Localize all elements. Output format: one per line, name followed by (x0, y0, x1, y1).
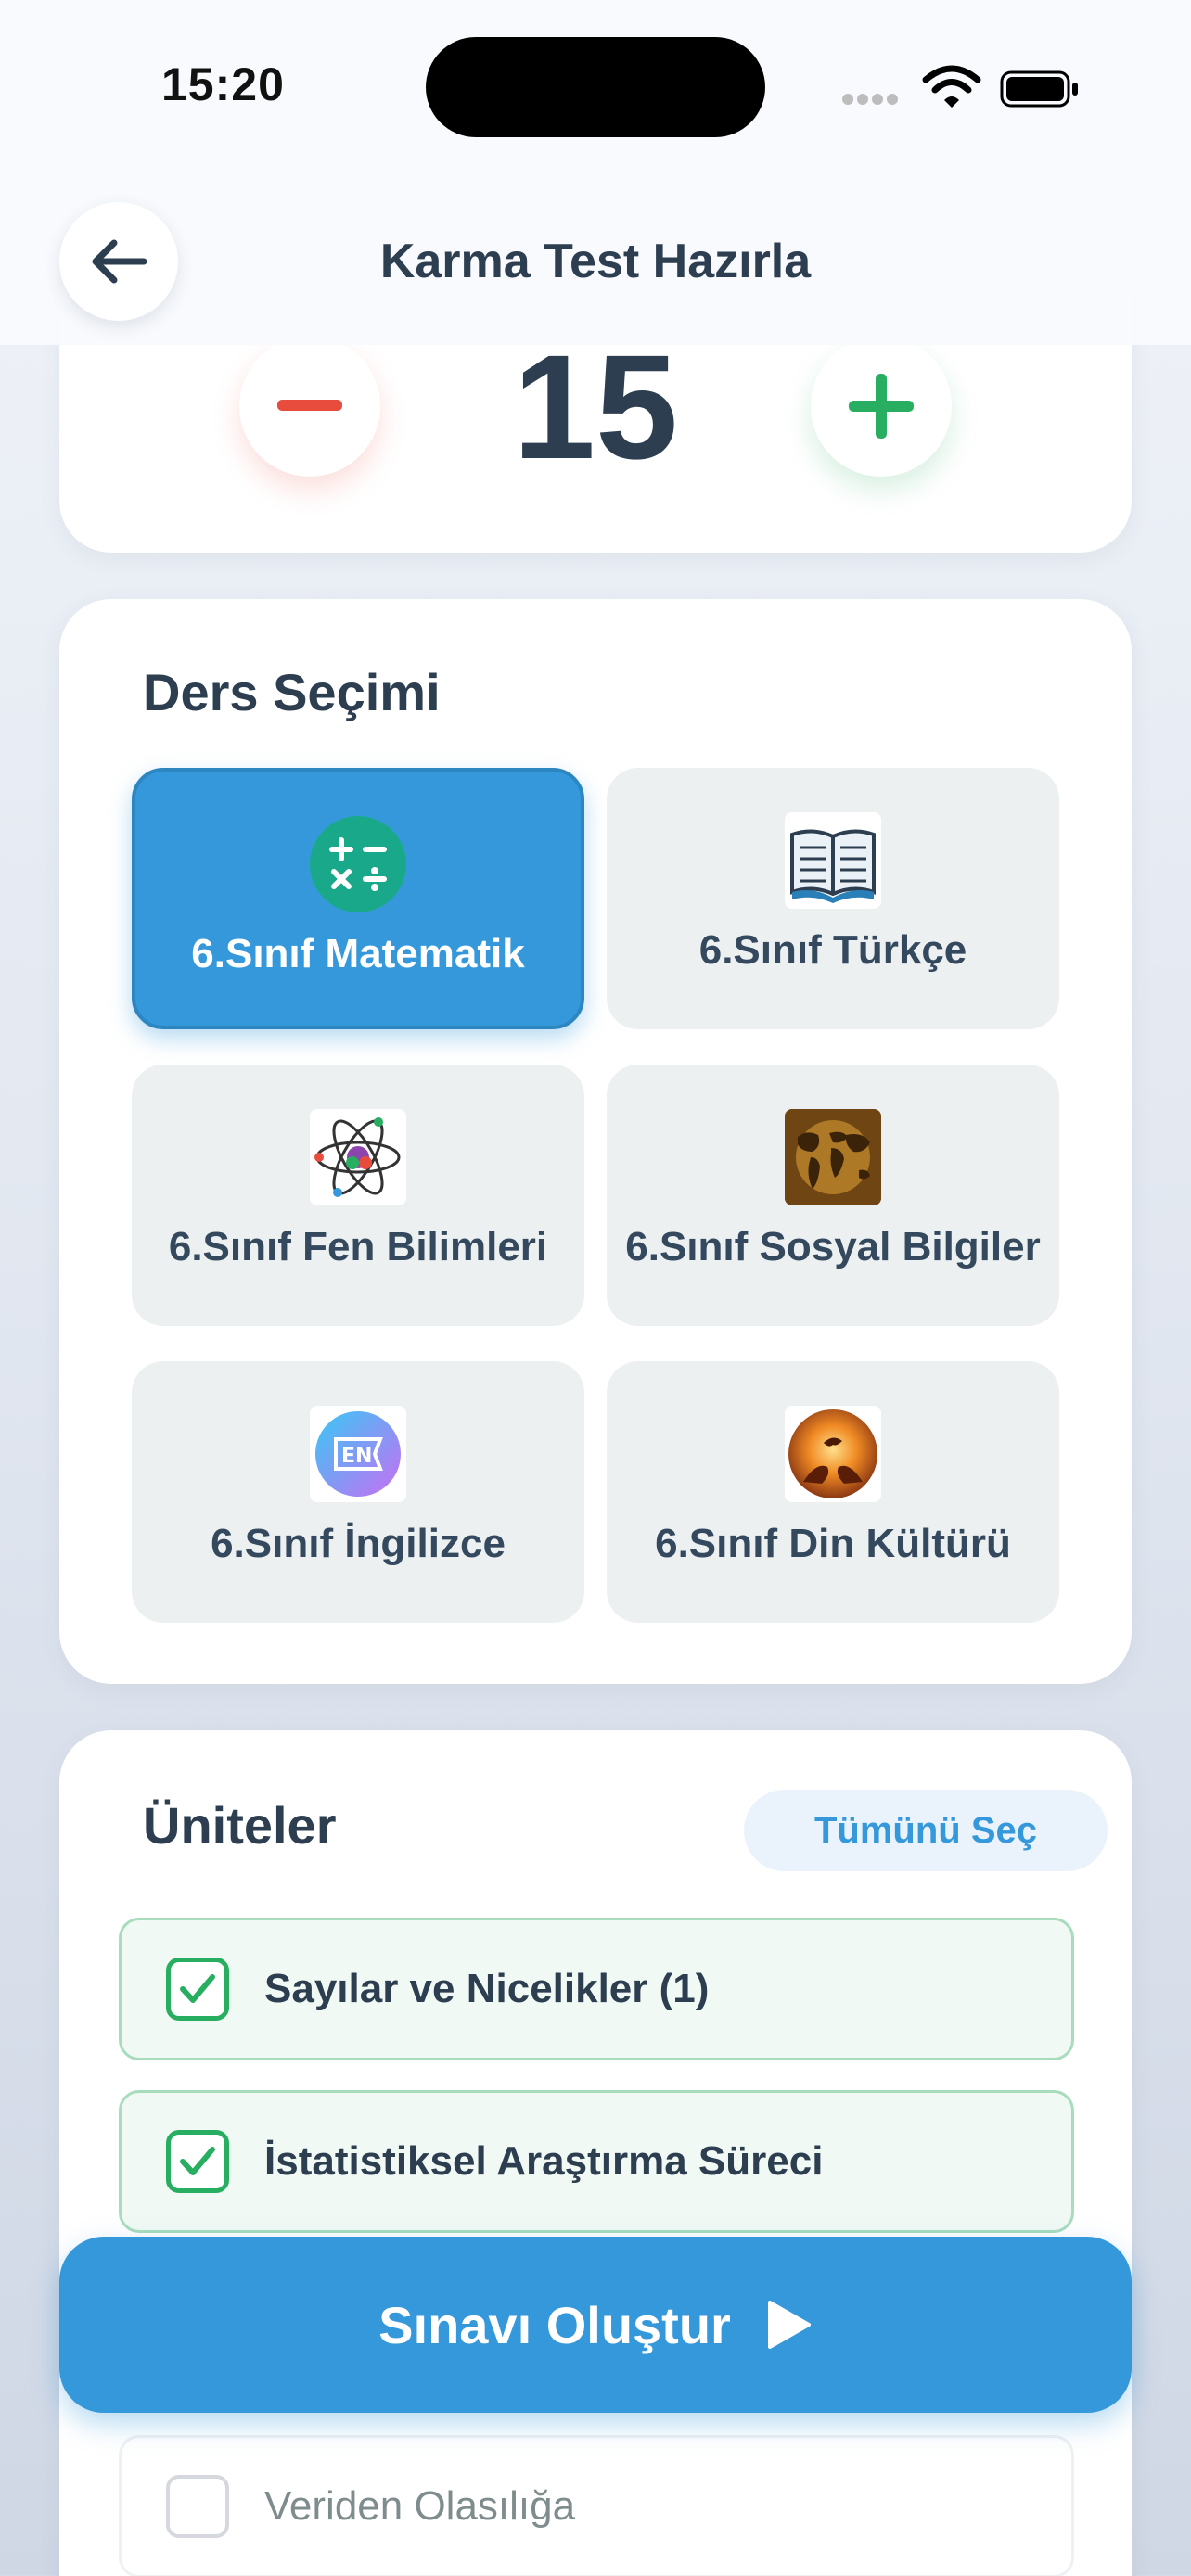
subject-tile-turkish[interactable]: 6.Sınıf Türkçe (607, 768, 1059, 1029)
en-language-icon: EN (310, 1406, 406, 1502)
status-icons (842, 63, 1083, 111)
subject-tile-english[interactable]: EN 6.Sınıf İngilizce (132, 1361, 584, 1623)
minus-icon (277, 400, 342, 411)
play-icon (767, 2301, 811, 2349)
subject-tile-religion[interactable]: 6.Sınıf Din Kültürü (607, 1361, 1059, 1623)
subject-label: 6.Sınıf Sosyal Bilgiler (625, 1224, 1041, 1269)
create-exam-label: Sınavı Oluştur (378, 2295, 731, 2354)
create-exam-button[interactable]: Sınavı Oluştur (59, 2237, 1132, 2413)
svg-text:EN: EN (341, 1445, 372, 1468)
hands-dove-icon (785, 1406, 881, 1502)
dynamic-island (426, 37, 765, 137)
wifi-icon (922, 65, 981, 108)
unit-item[interactable]: İstatistiksel Araştırma Süreci (119, 2090, 1074, 2233)
check-icon (180, 1974, 215, 2003)
increase-button[interactable] (811, 336, 952, 477)
subject-label: 6.Sınıf Din Kültürü (655, 1521, 1011, 1566)
subject-label: 6.Sınıf Fen Bilimleri (168, 1224, 548, 1269)
unit-item[interactable]: Veriden Olasılığa (119, 2435, 1074, 2576)
world-map-icon (785, 1109, 881, 1205)
question-count-value: 15 (513, 324, 678, 490)
math-operations-icon (310, 816, 406, 912)
subjects-card: Ders Seçimi 6.Sınıf Matematik 6.Sınıf Tü… (59, 599, 1132, 1684)
page-title: Karma Test Hazırla (379, 235, 812, 288)
battery-icon (1000, 70, 1078, 108)
unit-item[interactable]: Sayılar ve Nicelikler (1) (119, 1918, 1074, 2060)
decrease-button[interactable] (239, 336, 380, 477)
unit-label: Veriden Olasılığa (264, 2483, 576, 2529)
unit-label: Sayılar ve Nicelikler (1) (264, 1966, 710, 2011)
check-icon (180, 2147, 215, 2175)
units-card: Üniteler Tümünü Seç Sayılar ve Nicelikle… (59, 1730, 1132, 2576)
cellular-signal-icon (842, 93, 905, 106)
units-title: Üniteler (143, 1796, 337, 1855)
plus-icon (849, 374, 914, 439)
subject-label: 6.Sınıf Matematik (191, 931, 525, 976)
subject-label: 6.Sınıf Türkçe (698, 927, 967, 973)
subject-tile-social[interactable]: 6.Sınıf Sosyal Bilgiler (607, 1065, 1059, 1326)
header-bar: 15:20 Karma Test Hazırla (0, 0, 1191, 345)
checkbox-unchecked[interactable] (166, 2475, 229, 2538)
checkbox-checked[interactable] (166, 2130, 229, 2193)
open-book-icon (785, 812, 881, 909)
status-time: 15:20 (161, 58, 285, 110)
atom-icon (310, 1109, 406, 1205)
checkbox-checked[interactable] (166, 1958, 229, 2021)
subjects-title: Ders Seçimi (143, 663, 441, 721)
subject-tile-science[interactable]: 6.Sınıf Fen Bilimleri (132, 1065, 584, 1326)
subject-tile-math[interactable]: 6.Sınıf Matematik (132, 768, 584, 1029)
select-all-button[interactable]: Tümünü Seç (744, 1790, 1108, 1871)
subject-label: 6.Sınıf İngilizce (211, 1521, 506, 1566)
unit-label: İstatistiksel Araştırma Süreci (264, 2138, 824, 2184)
